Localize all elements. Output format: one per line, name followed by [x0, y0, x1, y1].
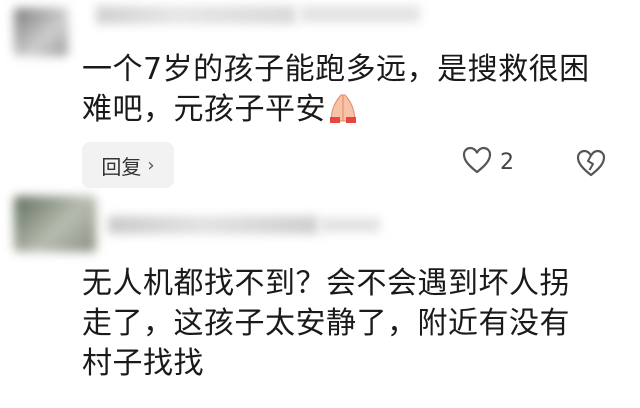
- commenter-avatar[interactable]: [14, 196, 96, 252]
- like-button[interactable]: 2: [462, 146, 514, 178]
- pray-icon: [326, 93, 360, 134]
- comment-text-line: 难吧，元孩子平安: [82, 90, 622, 134]
- commenter-name-blurred[interactable]: [108, 216, 318, 234]
- comment-meta-blurred: [320, 218, 380, 232]
- comment-meta-blurred: [300, 6, 420, 22]
- commenter-avatar[interactable]: [14, 8, 68, 56]
- comment-text-line: 村子找找: [82, 346, 204, 381]
- like-count: 2: [500, 149, 514, 175]
- comment-text: 无人机都找不到？会不会遇到坏人拐 走了，这孩子太安静了，附近有没有 村子找找: [82, 264, 622, 384]
- comment-text-line: 一个7岁的孩子能跑多远，是搜救很困: [82, 52, 590, 87]
- reply-label: 回复: [101, 154, 142, 179]
- reply-button[interactable]: 回复 ›: [82, 142, 174, 188]
- comment-text-line: 无人机都找不到？会不会遇到坏人拐: [82, 266, 570, 301]
- heart-outline-icon: [462, 146, 492, 178]
- chevron-right-icon: ›: [147, 154, 155, 176]
- broken-heart-icon[interactable]: [576, 149, 606, 181]
- comment-text-line: 走了，这孩子太安静了，附近有没有: [82, 306, 570, 341]
- comment-text: 一个7岁的孩子能跑多远，是搜救很困 难吧，元孩子平安: [82, 50, 622, 134]
- commenter-name-blurred[interactable]: [96, 6, 296, 24]
